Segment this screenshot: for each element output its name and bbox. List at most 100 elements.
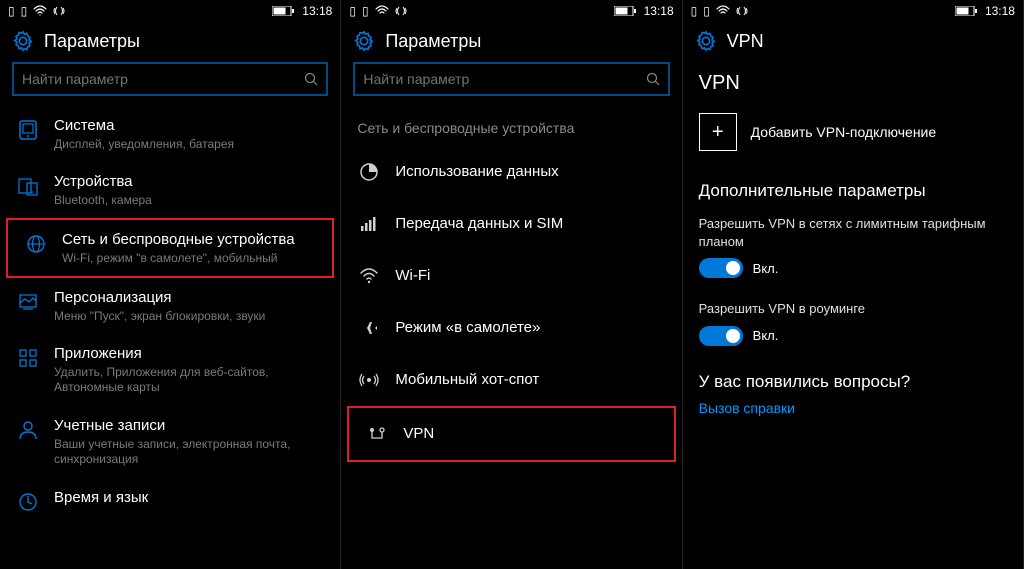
settings-list: Система Дисплей, уведомления, батарея Ус…: [0, 106, 340, 569]
questions-heading: У вас появились вопросы?: [699, 372, 1007, 392]
settings-item-system[interactable]: Система Дисплей, уведомления, батарея: [0, 106, 340, 162]
vpn-icon: [365, 422, 389, 446]
page-header: Параметры: [0, 22, 340, 62]
item-title: Передача данных и SIM: [395, 214, 665, 234]
page-title: Параметры: [44, 31, 140, 52]
item-title: Персонализация: [54, 288, 324, 308]
status-time: 13:18: [644, 4, 674, 18]
globe-icon: [24, 232, 48, 256]
network-item-data-usage[interactable]: Использование данных: [341, 146, 681, 198]
item-title: Wi-Fi: [395, 266, 665, 286]
help-link[interactable]: Вызов справки: [699, 400, 1007, 416]
status-time: 13:18: [985, 4, 1015, 18]
page-title: Параметры: [385, 31, 481, 52]
personalization-icon: [16, 290, 40, 314]
highlight-network: Сеть и беспроводные устройства Wi-Fi, ре…: [6, 218, 334, 278]
section-label: Сеть и беспроводные устройства: [341, 106, 681, 146]
gear-icon: [353, 30, 375, 52]
search-input[interactable]: [363, 71, 639, 87]
toggle-state: Вкл.: [753, 328, 779, 343]
page-title: VPN: [727, 31, 764, 52]
network-item-cellular[interactable]: Передача данных и SIM: [341, 198, 681, 250]
sim1-icon: ▯: [8, 5, 15, 17]
settings-item-network[interactable]: Сеть и беспроводные устройства Wi-Fi, ре…: [8, 220, 332, 276]
setting-label: Разрешить VPN в сетях с лимитным тарифны…: [699, 215, 1007, 250]
search-icon: [304, 72, 318, 86]
vibrate-icon: [53, 5, 65, 17]
item-title: Время и язык: [54, 488, 324, 508]
sim1-icon: ▯: [691, 5, 698, 17]
toggle-state: Вкл.: [753, 261, 779, 276]
wifi-icon: [716, 5, 730, 17]
network-list: Сеть и беспроводные устройства Использов…: [341, 106, 681, 569]
panel-vpn: ▯ ▯ 13:18 VPN VPN + Добавить VPN-подключ…: [683, 0, 1024, 569]
setting-label: Разрешить VPN в роуминге: [699, 300, 1007, 318]
battery-icon: [272, 6, 294, 16]
sim1-icon: ▯: [349, 5, 356, 17]
airplane-icon: [357, 316, 381, 340]
network-item-wifi[interactable]: Wi-Fi: [341, 250, 681, 302]
search-box[interactable]: [12, 62, 328, 96]
item-title: VPN: [403, 424, 657, 444]
devices-icon: [16, 174, 40, 198]
add-vpn-button[interactable]: + Добавить VPN-подключение: [699, 113, 1007, 151]
item-title: Мобильный хот-спот: [395, 370, 665, 390]
setting-vpn-roaming: Разрешить VPN в роуминге Вкл.: [699, 300, 1007, 346]
system-icon: [16, 118, 40, 142]
settings-item-time-language[interactable]: Время и язык: [0, 478, 340, 524]
network-item-vpn[interactable]: VPN: [349, 408, 673, 460]
item-title: Сеть и беспроводные устройства: [62, 230, 316, 250]
item-title: Учетные записи: [54, 416, 324, 436]
add-vpn-label: Добавить VPN-подключение: [751, 124, 937, 140]
status-bar: ▯ ▯ 13:18: [341, 0, 681, 22]
hotspot-icon: [357, 368, 381, 392]
network-item-airplane[interactable]: Режим «в самолете»: [341, 302, 681, 354]
panel-network-settings: ▯ ▯ 13:18 Параметры: [341, 0, 682, 569]
item-sub: Удалить, Приложения для веб-сайтов, Авто…: [54, 365, 324, 396]
wifi-icon: [357, 264, 381, 288]
gear-icon: [12, 30, 34, 52]
additional-params-heading: Дополнительные параметры: [699, 181, 1007, 201]
setting-vpn-metered: Разрешить VPN в сетях с лимитным тарифны…: [699, 215, 1007, 278]
gear-icon: [695, 30, 717, 52]
item-title: Устройства: [54, 172, 324, 192]
settings-item-devices[interactable]: Устройства Bluetooth, камера: [0, 162, 340, 218]
item-sub: Bluetooth, камера: [54, 193, 324, 209]
wifi-icon: [375, 5, 389, 17]
highlight-vpn: VPN: [347, 406, 675, 462]
item-sub: Дисплей, уведомления, батарея: [54, 137, 324, 153]
status-time: 13:18: [302, 4, 332, 18]
status-bar: ▯ ▯ 13:18: [683, 0, 1023, 22]
toggle-vpn-roaming[interactable]: [699, 326, 743, 346]
item-title: Режим «в самолете»: [395, 318, 665, 338]
vibrate-icon: [395, 5, 407, 17]
page-header: VPN: [683, 22, 1023, 62]
settings-item-accounts[interactable]: Учетные записи Ваши учетные записи, элек…: [0, 406, 340, 478]
toggle-vpn-metered[interactable]: [699, 258, 743, 278]
page-header: Параметры: [341, 22, 681, 62]
search-box[interactable]: [353, 62, 669, 96]
time-language-icon: [16, 490, 40, 514]
settings-item-apps[interactable]: Приложения Удалить, Приложения для веб-с…: [0, 334, 340, 406]
item-sub: Меню "Пуск", экран блокировки, звуки: [54, 309, 324, 325]
data-usage-icon: [357, 160, 381, 184]
vpn-heading: VPN: [699, 72, 1007, 95]
item-title: Использование данных: [395, 162, 665, 182]
sim2-icon: ▯: [362, 5, 369, 17]
plus-icon: +: [699, 113, 737, 151]
item-sub: Ваши учетные записи, электронная почта, …: [54, 437, 324, 468]
accounts-icon: [16, 418, 40, 442]
battery-icon: [955, 6, 977, 16]
cellular-icon: [357, 212, 381, 236]
settings-item-personalization[interactable]: Персонализация Меню "Пуск", экран блокир…: [0, 278, 340, 334]
sim2-icon: ▯: [21, 5, 28, 17]
apps-icon: [16, 346, 40, 370]
battery-icon: [614, 6, 636, 16]
item-title: Система: [54, 116, 324, 136]
search-input[interactable]: [22, 71, 298, 87]
panel-settings-root: ▯ ▯ 13:18 Параметры: [0, 0, 341, 569]
search-icon: [646, 72, 660, 86]
sim2-icon: ▯: [703, 5, 710, 17]
item-sub: Wi-Fi, режим "в самолете", мобильный: [62, 251, 316, 267]
network-item-hotspot[interactable]: Мобильный хот-спот: [341, 354, 681, 406]
